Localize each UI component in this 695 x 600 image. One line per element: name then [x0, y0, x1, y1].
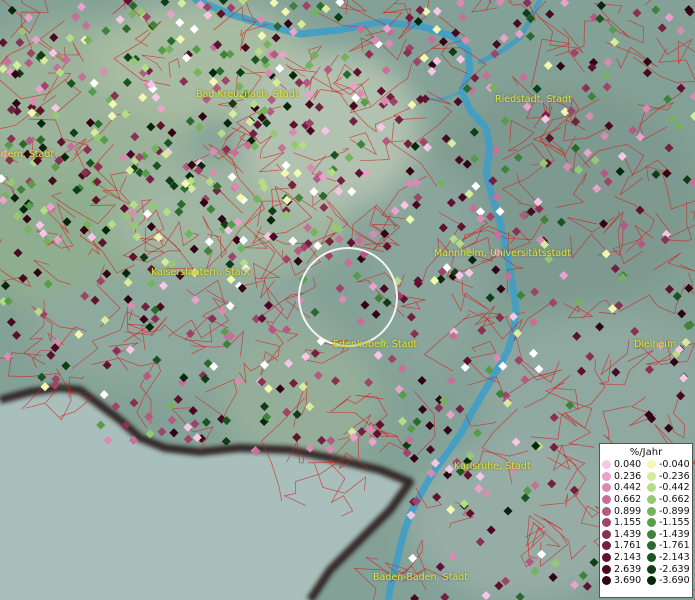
legend-entry: 0.662: [602, 494, 647, 506]
legend-swatch: [647, 460, 656, 470]
legend-entry: -0.442: [647, 482, 692, 494]
legend-label: 1.155: [614, 517, 642, 529]
legend-swatch: [602, 529, 611, 539]
legend-swatch: [647, 483, 656, 493]
legend-swatch: [602, 564, 611, 574]
city-label-mannheim: Mannheim, Universitätsstadt: [434, 248, 571, 259]
legend-entry: 2.143: [602, 552, 647, 564]
legend-label: 0.899: [614, 505, 642, 517]
city-label-edenkoben: Edenkoben, Stadt: [333, 339, 418, 350]
city-label-karlsruhe: Karlsruhe, Stadt: [454, 461, 531, 472]
legend-entry: -1.155: [647, 517, 692, 529]
legend-swatch: [602, 471, 611, 481]
legend-entry: 3.690: [602, 575, 647, 587]
city-label-rtem: rtem, Stadt: [0, 149, 55, 160]
legend-label: 0.040: [614, 459, 642, 471]
legend-label: -1.155: [659, 517, 690, 529]
legend-entry: 0.236: [602, 471, 647, 483]
legend-entry: -2.639: [647, 563, 692, 575]
legend-label: -2.639: [659, 563, 690, 575]
legend-title: %/Jahr: [629, 447, 663, 458]
legend-swatch: [602, 506, 611, 516]
legend-swatch: [647, 495, 656, 505]
legend-label: 2.639: [614, 563, 642, 575]
legend-entry: 2.639: [602, 563, 647, 575]
legend-swatch: [602, 483, 611, 493]
legend-swatch: [647, 529, 656, 539]
legend-label: 1.761: [614, 540, 642, 552]
legend-label: -0.662: [659, 494, 690, 506]
city-label-bad-kreuznach: Bad Kreuznach, Stadt: [196, 89, 299, 100]
legend-label: 0.662: [614, 494, 642, 506]
city-label-baden-baden: Baden-Baden, Stadt: [373, 572, 468, 583]
legend-swatch: [602, 541, 611, 551]
legend-swatch: [647, 518, 656, 528]
legend-label: -0.040: [659, 459, 690, 471]
city-label-kaiserslautern: Kaiserslautern, Stadt: [151, 267, 251, 278]
legend-label: 3.690: [614, 575, 642, 587]
legend-swatch: [602, 518, 611, 528]
legend-swatch: [647, 576, 656, 586]
legend-label: -0.236: [659, 470, 690, 482]
map-base-layer: [0, 0, 695, 600]
legend-swatch: [647, 553, 656, 563]
legend-label: -1.761: [659, 540, 690, 552]
legend-entry: -1.761: [647, 540, 692, 552]
legend-entry: 0.040: [602, 459, 647, 471]
legend-entry: -0.040: [647, 459, 692, 471]
legend-entry: -3.690: [647, 575, 692, 587]
legend-positive-column: 0.040 0.236 0.442 0.662 0.899 1.155 1.439 1.761…: [602, 459, 647, 587]
legend: %/Jahr 0.040 0.236 0.442 0.662 0.899 1.155 1.4…: [599, 443, 693, 598]
legend-label: -2.143: [659, 552, 690, 564]
legend-label: 0.236: [614, 470, 642, 482]
legend-entry: 1.439: [602, 529, 647, 541]
legend-label: 1.439: [614, 528, 642, 540]
legend-swatch: [602, 576, 611, 586]
map-view[interactable]: Bad Kreuznach, Stadt Riedstadt, Stadt rt…: [0, 0, 695, 600]
legend-entry: 0.899: [602, 505, 647, 517]
legend-entry: -0.899: [647, 505, 692, 517]
legend-swatch: [647, 541, 656, 551]
legend-entry: -0.236: [647, 471, 692, 483]
city-label-dielheim: Dielheim: [634, 339, 677, 350]
legend-label: 0.442: [614, 482, 642, 494]
legend-label: -3.690: [659, 575, 690, 587]
legend-entry: 1.761: [602, 540, 647, 552]
legend-label: -1.439: [659, 528, 690, 540]
legend-entry: -0.662: [647, 494, 692, 506]
legend-swatch: [647, 564, 656, 574]
legend-label: -0.899: [659, 505, 690, 517]
legend-swatch: [647, 471, 656, 481]
city-label-riedstadt: Riedstadt, Stadt: [495, 94, 572, 105]
legend-negative-column: -0.040 -0.236 -0.442 -0.662 -0.899 -1.155 -1.4…: [647, 459, 692, 587]
legend-swatch: [602, 553, 611, 563]
legend-entry: 0.442: [602, 482, 647, 494]
legend-swatch: [602, 495, 611, 505]
legend-entry: -2.143: [647, 552, 692, 564]
legend-swatch: [602, 460, 611, 470]
legend-entry: 1.155: [602, 517, 647, 529]
legend-label: -0.442: [659, 482, 690, 494]
legend-swatch: [647, 506, 656, 516]
legend-label: 2.143: [614, 552, 642, 564]
legend-entry: -1.439: [647, 529, 692, 541]
